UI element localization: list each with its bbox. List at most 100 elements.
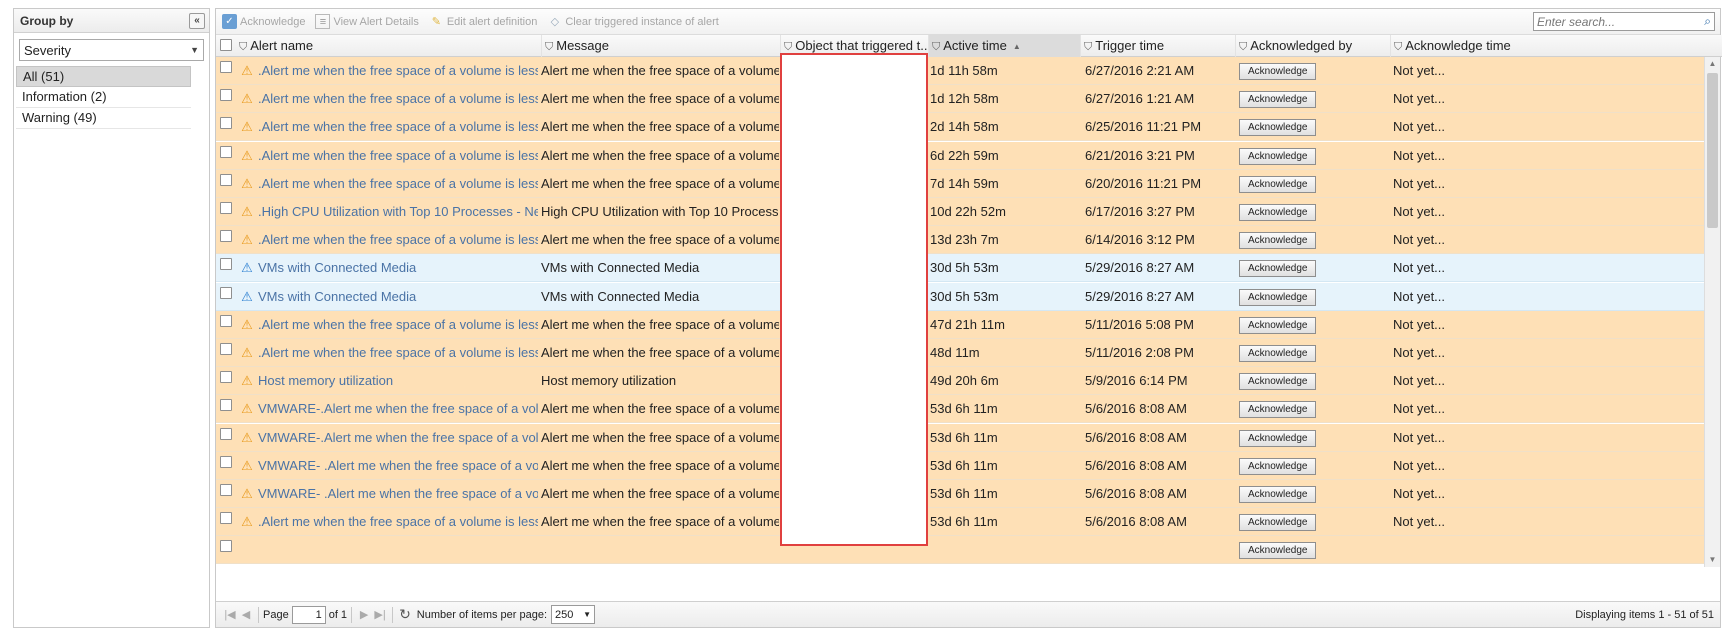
- page-number-input[interactable]: 1: [291, 605, 326, 624]
- row-checkbox[interactable]: [220, 202, 232, 214]
- filter-funnel-icon[interactable]: ⛉: [1239, 41, 1247, 53]
- clear-triggered-instance-button[interactable]: ◇ Clear triggered instance of alert: [547, 14, 719, 29]
- filter-funnel-icon[interactable]: ⛉: [1394, 41, 1402, 53]
- refresh-icon[interactable]: ↻: [399, 606, 411, 623]
- acknowledge-button[interactable]: Acknowledge: [1239, 288, 1317, 306]
- next-page-icon[interactable]: ▶: [356, 608, 372, 621]
- edit-alert-definition-button[interactable]: ✎ Edit alert definition: [429, 14, 538, 29]
- scroll-down-icon[interactable]: ▼: [1705, 553, 1720, 567]
- double-chevron-left-icon[interactable]: «: [189, 12, 205, 29]
- acknowledge-button[interactable]: Acknowledge: [1239, 63, 1317, 81]
- table-row[interactable]: ⚠ .Alert me when the free space of a volu…: [216, 85, 1705, 114]
- group-item-warning[interactable]: Warning (49): [16, 108, 191, 129]
- row-checkbox[interactable]: [220, 314, 232, 327]
- row-checkbox[interactable]: [220, 145, 232, 158]
- alert-name-link[interactable]: ⚠ .Alert me when the free space of a volu…: [240, 339, 538, 367]
- view-alert-details-button[interactable]: ≡ View Alert Details: [315, 14, 419, 29]
- row-checkbox[interactable]: [220, 230, 232, 243]
- row-checkbox[interactable]: [220, 89, 232, 102]
- acknowledge-button[interactable]: Acknowledge: [1239, 204, 1317, 222]
- row-checkbox[interactable]: [220, 399, 232, 412]
- alert-name-link[interactable]: ⚠ VMs with Connected Media: [240, 254, 538, 282]
- column-header-alert-name[interactable]: ⛉ Alert name: [236, 35, 541, 57]
- alert-name-link[interactable]: ⚠ .Alert me when the free space of a volu…: [240, 85, 538, 113]
- row-checkbox[interactable]: [220, 286, 232, 299]
- acknowledge-button[interactable]: Acknowledge: [1239, 401, 1317, 419]
- acknowledge-button[interactable]: Acknowledge: [1239, 260, 1317, 278]
- group-item-all[interactable]: All (51): [16, 66, 191, 87]
- acknowledge-button[interactable]: Acknowledge: [1239, 514, 1317, 532]
- acknowledge-button[interactable]: Acknowledge: [1239, 457, 1317, 475]
- acknowledge-button[interactable]: Acknowledge: [1239, 486, 1317, 504]
- row-checkbox[interactable]: [220, 371, 232, 384]
- table-row[interactable]: ⚠ VMWARE- .Alert me when the free space o…: [216, 451, 1705, 480]
- alert-name-link[interactable]: ⚠ .High CPU Utilization with Top 10 Proce…: [240, 198, 538, 226]
- alert-name-link[interactable]: ⚠ .Alert me when the free space of a volu…: [240, 311, 538, 339]
- filter-funnel-icon[interactable]: ⛉: [932, 41, 940, 53]
- group-by-select[interactable]: Severity ▼: [19, 39, 204, 61]
- row-checkbox[interactable]: [220, 512, 232, 525]
- table-row[interactable]: ⚠ .Alert me when the free space of a volu…: [216, 508, 1705, 537]
- alert-name-link[interactable]: ⚠ .Alert me when the free space of a volu…: [240, 142, 538, 170]
- table-row[interactable]: ⚠ .Alert me when the free space of a volu…: [216, 310, 1705, 339]
- acknowledge-button[interactable]: Acknowledge: [1239, 232, 1317, 250]
- alert-name-link[interactable]: ⚠ VMWARE- .Alert me when the free space o…: [240, 452, 538, 480]
- scrollbar-thumb[interactable]: [1707, 73, 1718, 228]
- alert-name-link[interactable]: ⚠ VMWARE-.Alert me when the free space of…: [240, 395, 538, 423]
- table-row[interactable]: ⚠ .Alert me when the free space of a volu…: [216, 339, 1705, 367]
- acknowledge-button[interactable]: Acknowledge: [1239, 147, 1317, 165]
- row-checkbox[interactable]: [220, 117, 232, 130]
- acknowledge-button[interactable]: Acknowledge: [1239, 119, 1317, 137]
- scroll-up-icon[interactable]: ▲: [1705, 57, 1720, 71]
- table-row[interactable]: ⚠ VMs with Connected Media VMs with Connec…: [216, 282, 1705, 311]
- items-per-page-select[interactable]: 250 ▼: [551, 605, 596, 624]
- search-input[interactable]: Enter search... ⌕: [1533, 12, 1715, 31]
- column-header-acknowledge-time[interactable]: ⛉ Acknowledge time: [1390, 35, 1570, 57]
- row-checkbox[interactable]: [220, 61, 232, 73]
- alert-name-link[interactable]: ⚠ .Alert me when the free space of a volu…: [240, 170, 538, 198]
- alert-name-link[interactable]: ⚠ VMWARE-.Alert me when the free space of…: [240, 424, 538, 452]
- row-checkbox[interactable]: [220, 484, 232, 496]
- table-row[interactable]: ⚠ VMWARE-.Alert me when the free space of…: [216, 395, 1705, 424]
- acknowledge-button[interactable]: Acknowledge: [1239, 542, 1317, 560]
- table-row[interactable]: ⚠ VMs with Connected Media VMs with Connec…: [216, 254, 1705, 283]
- alert-name-link[interactable]: ⚠ .Alert me when the free space of a volu…: [240, 57, 538, 85]
- filter-funnel-icon[interactable]: ⛉: [545, 41, 553, 53]
- table-row[interactable]: ⚠ .Alert me when the free space of a volu…: [216, 226, 1705, 255]
- acknowledge-button[interactable]: Acknowledge: [1239, 429, 1317, 447]
- acknowledge-button[interactable]: Acknowledge: [1239, 91, 1317, 109]
- select-all-checkbox[interactable]: [220, 39, 232, 51]
- previous-page-icon[interactable]: ◀: [238, 608, 254, 621]
- acknowledge-button[interactable]: Acknowledge: [1239, 316, 1317, 334]
- filter-funnel-icon[interactable]: ⛉: [784, 41, 792, 53]
- table-row[interactable]: ⚠ .Alert me when the free space of a volu…: [216, 113, 1705, 142]
- column-header-active-time[interactable]: ⛉ Active time ▲: [928, 35, 1080, 57]
- table-row[interactable]: ⚠ .Alert me when the free space of a volu…: [216, 141, 1705, 170]
- alert-name-link[interactable]: ⚠ Host memory utilization: [240, 367, 538, 395]
- first-page-icon[interactable]: |◀: [222, 608, 238, 621]
- filter-funnel-icon[interactable]: ⛉: [1084, 41, 1092, 53]
- table-row[interactable]: ⚠ .Alert me when the free space of a volu…: [216, 169, 1705, 198]
- search-icon[interactable]: ⌕: [1704, 14, 1711, 29]
- alert-name-link[interactable]: ⚠ VMs with Connected Media: [240, 283, 538, 311]
- vertical-scrollbar[interactable]: ▲ ▼: [1704, 57, 1720, 567]
- table-row[interactable]: ⚠ Host memory utilization Host memory util…: [216, 367, 1705, 396]
- table-row[interactable]: ⚠ .Alert me when the free space of a volu…: [216, 57, 1705, 85]
- table-row[interactable]: Acknowledge: [216, 536, 1705, 565]
- acknowledge-button[interactable]: Acknowledge: [1239, 373, 1317, 391]
- row-checkbox[interactable]: [220, 427, 232, 440]
- acknowledge-button[interactable]: Acknowledge: [1239, 345, 1317, 363]
- row-checkbox[interactable]: [220, 455, 232, 468]
- table-row[interactable]: ⚠ VMWARE- .Alert me when the free space o…: [216, 480, 1705, 508]
- alert-name-link[interactable]: ⚠ VMWARE- .Alert me when the free space o…: [240, 480, 538, 508]
- column-header-acknowledged-by[interactable]: ⛉ Acknowledged by: [1235, 35, 1390, 57]
- last-page-icon[interactable]: ▶|: [372, 608, 388, 621]
- alert-name-link[interactable]: [240, 536, 538, 564]
- acknowledge-button[interactable]: Acknowledge: [1239, 175, 1317, 193]
- table-row[interactable]: ⚠ .High CPU Utilization with Top 10 Proce…: [216, 198, 1705, 226]
- row-checkbox[interactable]: [220, 343, 232, 355]
- row-checkbox[interactable]: [220, 258, 232, 271]
- row-checkbox[interactable]: [220, 173, 232, 186]
- column-header-trigger-time[interactable]: ⛉ Trigger time: [1080, 35, 1235, 57]
- acknowledge-toolbar-button[interactable]: ✓ Acknowledge: [222, 14, 305, 29]
